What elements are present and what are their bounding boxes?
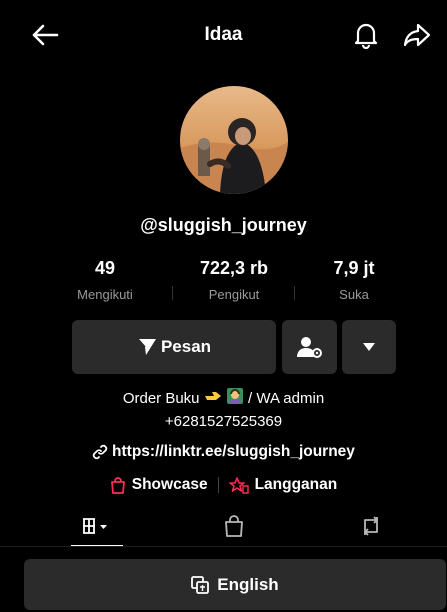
language-button[interactable]: English (24, 559, 446, 610)
friend-settings-button[interactable] (282, 320, 337, 374)
stat-label: Suka (339, 287, 369, 302)
language-label: English (217, 574, 279, 594)
pointing-hand-icon (204, 388, 222, 410)
showcase-button[interactable]: Showcase (110, 476, 208, 494)
profile-bio: Order Buku / WA admin +6281527525369 (0, 387, 447, 432)
username: @sluggish_journey (140, 215, 307, 235)
share-arrow-icon[interactable] (400, 18, 434, 52)
woman-teacher-icon (226, 387, 244, 411)
bio-text: Order Buku (122, 389, 200, 407)
bell-icon[interactable] (349, 18, 383, 52)
message-button-label: Pesan (160, 337, 212, 356)
more-options-button[interactable] (342, 320, 396, 374)
content-tabs (0, 505, 447, 547)
showcase-label: Showcase (131, 476, 208, 493)
profile-link[interactable]: https://linktr.ee/sluggish_journey (0, 443, 447, 461)
stat-value: 49 (94, 258, 116, 278)
tab-videos[interactable] (70, 511, 124, 541)
user-settings-icon (296, 337, 322, 358)
stat-label: Mengikuti (77, 287, 133, 302)
profile-stats: 49 Mengikuti 722,3 rb Pengikut 7,9 jt Su… (74, 258, 384, 308)
bio-text-suffix: / WA admin (248, 389, 325, 407)
avatar[interactable] (180, 86, 288, 194)
stat-divider (172, 286, 173, 300)
message-button[interactable]: Pesan (72, 320, 276, 374)
extras-divider (217, 477, 219, 493)
stat-followers[interactable]: 722,3 rb Pengikut (179, 258, 289, 302)
profile-extras: Showcase Langganan (0, 476, 447, 494)
subscription-button[interactable]: Langganan (228, 476, 338, 494)
tab-shop[interactable] (207, 511, 261, 541)
shopping-bag-icon (110, 476, 125, 494)
stat-value: 7,9 jt (333, 258, 375, 278)
bio-line-1: Order Buku / WA admin (0, 387, 447, 411)
bio-phone: +6281527525369 (164, 413, 283, 430)
grid-icon (83, 518, 107, 534)
link-icon (92, 444, 108, 460)
stat-following[interactable]: 49 Mengikuti (50, 258, 160, 302)
caret-down-icon (363, 343, 375, 351)
subscription-label: Langganan (254, 476, 338, 493)
tabs-divider (0, 546, 447, 547)
stat-likes[interactable]: 7,9 jt Suka (299, 258, 409, 302)
bag-icon (225, 515, 243, 537)
tab-reposts[interactable] (344, 511, 398, 541)
profile-link-text: https://linktr.ee/sluggish_journey (112, 443, 355, 460)
send-arrow-icon (137, 338, 156, 355)
stat-value: 722,3 rb (199, 258, 269, 278)
stat-label: Pengikut (208, 287, 260, 302)
repost-icon (364, 516, 378, 536)
subscription-star-icon (228, 476, 249, 494)
translate-icon (191, 575, 210, 594)
stat-divider (294, 286, 295, 300)
top-bar: Idaa (0, 0, 447, 70)
